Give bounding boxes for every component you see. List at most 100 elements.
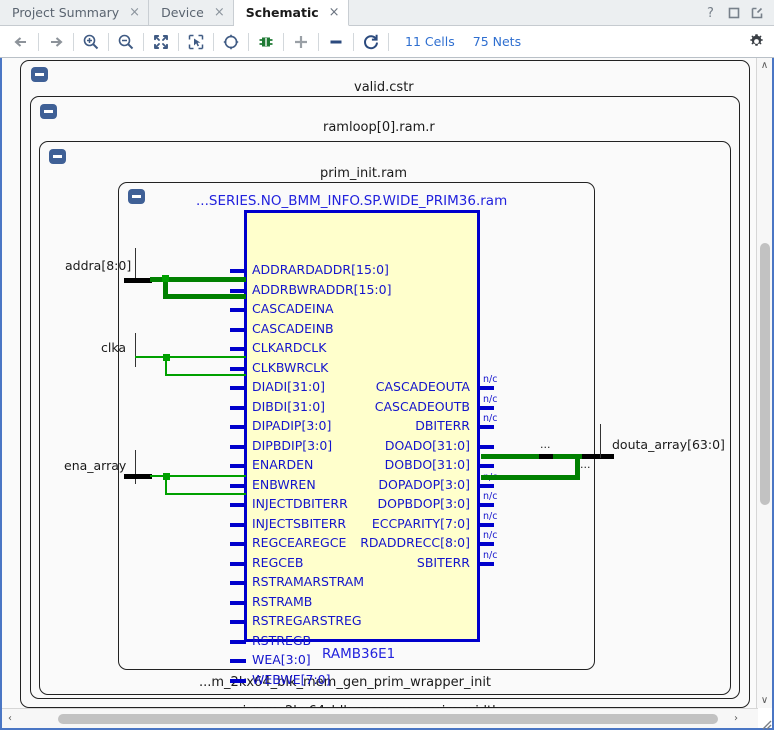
input-pin-stub[interactable]: [230, 347, 246, 351]
input-pin-label[interactable]: CLKARDCLK: [252, 341, 326, 354]
output-pin-label[interactable]: DOPADOP[3:0]: [264, 478, 470, 491]
input-pin-stub[interactable]: [230, 444, 246, 449]
input-pin-label[interactable]: CASCADEINB: [252, 322, 334, 335]
input-pin-stub[interactable]: [230, 581, 246, 585]
input-pin-stub[interactable]: [230, 425, 246, 429]
input-pin-stub[interactable]: [230, 542, 246, 546]
port-label-ena-array[interactable]: ena_array: [64, 458, 126, 473]
input-pin-stub[interactable]: [230, 503, 246, 507]
zoom-in-button[interactable]: [76, 27, 106, 57]
expand-button[interactable]: [286, 27, 316, 57]
collapse-button[interactable]: [321, 27, 351, 57]
input-pin-label[interactable]: RSTRAMARSTRAM: [252, 575, 364, 588]
nets-count[interactable]: 75 Nets: [473, 34, 521, 49]
output-pin-label[interactable]: DOADO[31:0]: [264, 439, 470, 452]
input-pin-label[interactable]: RSTRAMB: [252, 595, 312, 608]
output-pin-label[interactable]: CASCADEOUTA: [264, 380, 470, 393]
forward-button[interactable]: [41, 27, 71, 57]
zoom-area-button[interactable]: [181, 27, 211, 57]
output-pin-label[interactable]: CASCADEOUTB: [264, 400, 470, 413]
wire-clka-h1[interactable]: [135, 356, 246, 358]
zoom-out-button[interactable]: [111, 27, 141, 57]
tab-project-summary[interactable]: Project Summary ×: [0, 0, 150, 25]
input-pin-label[interactable]: WEBWE[7:0]: [252, 673, 331, 686]
scroll-left-arrow[interactable]: ‹: [2, 709, 18, 728]
wire-ena-h2[interactable]: [165, 493, 246, 495]
output-pin-stub[interactable]: [478, 542, 494, 546]
output-pin-label[interactable]: DBITERR: [264, 419, 470, 432]
cell-properties-button[interactable]: [251, 27, 281, 57]
input-pin-stub[interactable]: [230, 600, 246, 605]
vertical-scroll-thumb[interactable]: [760, 243, 770, 505]
input-pin-label[interactable]: ADDRARDADDR[15:0]: [252, 263, 389, 276]
output-pin-label[interactable]: DOBDO[31:0]: [264, 458, 470, 471]
input-pin-label[interactable]: ADDRBWRADDR[15:0]: [252, 283, 391, 296]
input-pin-stub[interactable]: [230, 522, 246, 527]
port-label-clka[interactable]: clka: [101, 340, 126, 355]
input-pin-label[interactable]: RSTREGB: [252, 634, 311, 647]
input-pin-label[interactable]: WEA[3:0]: [252, 653, 311, 666]
recenter-button[interactable]: [216, 27, 246, 57]
output-pin-stub[interactable]: [478, 405, 494, 410]
port-label-addra[interactable]: addra[8:0]: [65, 258, 131, 273]
horizontal-scroll-thumb[interactable]: [58, 714, 718, 724]
collapse-toggle-prim36[interactable]: [128, 189, 145, 204]
output-pin-label[interactable]: ECCPARITY[7:0]: [264, 517, 470, 530]
cells-count[interactable]: 11 Cells: [405, 34, 455, 49]
tab-schematic[interactable]: Schematic ×: [233, 0, 349, 26]
output-pin-stub[interactable]: [478, 503, 494, 507]
input-pin-stub[interactable]: [230, 620, 246, 624]
output-pin-stub[interactable]: [478, 522, 494, 527]
output-pin-label[interactable]: RDADDRECC[8:0]: [264, 536, 470, 549]
scroll-down-arrow[interactable]: ∨: [757, 693, 772, 708]
resize-grip[interactable]: [760, 715, 772, 730]
input-pin-stub[interactable]: [230, 288, 246, 293]
port-label-douta-array[interactable]: douta_array[63:0]: [612, 437, 725, 452]
tab-device[interactable]: Device ×: [149, 0, 234, 25]
input-pin-stub[interactable]: [230, 308, 246, 312]
output-pin-label[interactable]: SBITERR: [264, 556, 470, 569]
wire-addra-h2[interactable]: [163, 294, 246, 299]
output-pin-label[interactable]: DOPBDOP[3:0]: [264, 497, 470, 510]
input-pin-stub[interactable]: [230, 386, 246, 390]
input-pin-stub[interactable]: [230, 464, 246, 468]
input-pin-stub[interactable]: [230, 659, 246, 663]
output-pin-stub[interactable]: [478, 464, 494, 468]
collapse-toggle-ramloop[interactable]: [40, 104, 57, 119]
schematic-canvas[interactable]: valid.cstr ramloop[0].ram.r prim_init.ra…: [2, 58, 758, 708]
input-pin-stub[interactable]: [230, 405, 246, 410]
output-pin-stub[interactable]: [478, 444, 494, 449]
wire-dobdo-h[interactable]: [481, 475, 579, 480]
input-pin-label[interactable]: CASCADEINA: [252, 302, 334, 315]
gear-icon[interactable]: [748, 33, 765, 50]
input-pin-stub[interactable]: [230, 327, 246, 332]
scroll-up-arrow[interactable]: ∧: [757, 58, 772, 73]
input-pin-stub[interactable]: [230, 561, 246, 566]
close-icon[interactable]: ×: [214, 5, 225, 20]
help-icon[interactable]: ?: [704, 6, 717, 19]
vertical-scrollbar[interactable]: ∧ ∨: [756, 58, 772, 708]
wire-clka-h2[interactable]: [165, 374, 246, 376]
output-pin-stub[interactable]: [478, 425, 494, 429]
maximize-icon[interactable]: [728, 7, 740, 19]
input-pin-stub[interactable]: [230, 483, 246, 488]
input-pin-stub[interactable]: [230, 269, 246, 273]
output-pin-stub[interactable]: [478, 483, 494, 488]
zoom-fit-button[interactable]: [146, 27, 176, 57]
input-pin-label[interactable]: CLKBWRCLK: [252, 361, 328, 374]
input-pin-label[interactable]: RSTREGARSTREG: [252, 614, 362, 627]
float-icon[interactable]: [751, 7, 763, 19]
input-pin-stub[interactable]: [230, 678, 246, 683]
output-pin-stub[interactable]: [478, 386, 494, 390]
scroll-right-arrow[interactable]: ›: [728, 709, 744, 728]
input-pin-stub[interactable]: [230, 639, 246, 644]
collapse-toggle-valid-cstr[interactable]: [31, 67, 48, 82]
reload-button[interactable]: [356, 27, 386, 57]
close-icon[interactable]: ×: [129, 5, 140, 20]
wire-doado-h[interactable]: [481, 454, 584, 459]
horizontal-scrollbar[interactable]: ‹ ›: [2, 708, 758, 728]
output-pin-stub[interactable]: [478, 561, 494, 566]
close-icon[interactable]: ×: [329, 5, 340, 20]
collapse-toggle-prim-init[interactable]: [49, 149, 66, 164]
input-pin-stub[interactable]: [230, 366, 246, 371]
